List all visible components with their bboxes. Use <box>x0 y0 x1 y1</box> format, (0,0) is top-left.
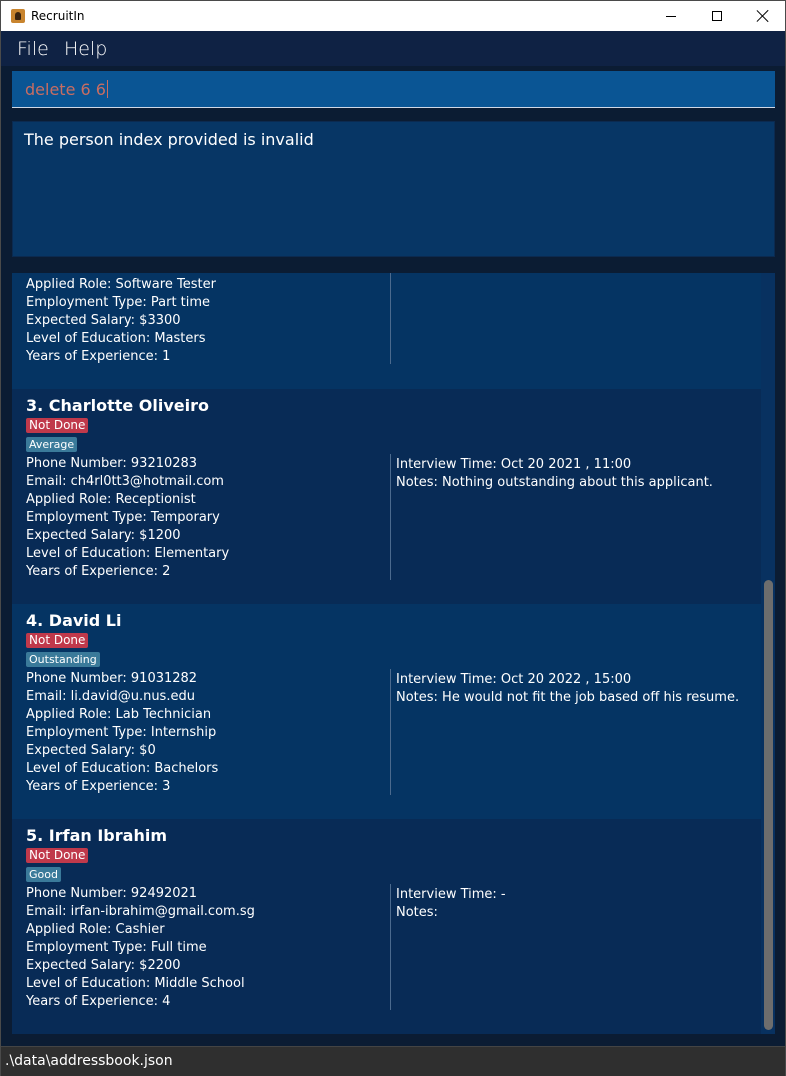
years-experience: Years of Experience: 4 <box>26 994 171 1009</box>
text-caret <box>106 80 108 98</box>
maximize-button[interactable] <box>694 1 740 31</box>
scrollbar-thumb[interactable] <box>764 580 773 1030</box>
notes: Notes: He would not fit the job based of… <box>396 690 740 705</box>
years-experience: Years of Experience: 3 <box>26 779 171 794</box>
close-button[interactable] <box>740 1 786 31</box>
minimize-icon <box>666 15 676 17</box>
title-bar: RecruitIn <box>0 0 786 31</box>
menu-file[interactable]: File <box>17 38 49 60</box>
employment-type: Employment Type: Full time <box>26 940 207 955</box>
command-text: delete 6 6 <box>25 80 108 99</box>
education-level: Level of Education: Masters <box>26 331 206 346</box>
applied-role: Applied Role: Lab Technician <box>26 707 212 722</box>
applicant-card[interactable]: 5. Irfan Ibrahim Not Done Good Phone Num… <box>12 819 761 1034</box>
applied-role: Applied Role: Receptionist <box>26 492 196 507</box>
email: Email: li.david@u.nus.edu <box>26 689 195 704</box>
expected-salary: Expected Salary: $0 <box>26 743 156 758</box>
menu-bar: File Help <box>1 31 785 66</box>
applied-role: Applied Role: Cashier <box>26 922 165 937</box>
email: Email: irfan-ibrahim@gmail.com.sg <box>26 904 255 919</box>
applicant-list[interactable]: Applied Role: Software Tester Employment… <box>12 273 775 1034</box>
years-experience: Years of Experience: 2 <box>26 564 171 579</box>
rating-badge: Outstanding <box>26 652 100 667</box>
interview-time: Interview Time: Oct 20 2022 , 15:00 <box>396 672 632 687</box>
education-level: Level of Education: Middle School <box>26 976 245 991</box>
minimize-button[interactable] <box>648 1 694 31</box>
close-icon <box>756 9 770 23</box>
main-area: delete 6 6 The person index provided is … <box>1 66 785 1046</box>
notes: Notes: <box>396 905 438 920</box>
rating-badge: Good <box>26 867 61 882</box>
status-badge: Not Done <box>26 418 89 433</box>
employment-type: Employment Type: Temporary <box>26 510 220 525</box>
phone-number: Phone Number: 93210283 <box>26 456 198 471</box>
interview-time: Interview Time: Oct 20 2021 , 11:00 <box>396 457 632 472</box>
expected-salary: Expected Salary: $1200 <box>26 528 181 543</box>
result-message: The person index provided is invalid <box>24 130 314 149</box>
applicant-card-partial[interactable]: Applied Role: Software Tester Employment… <box>12 273 761 389</box>
years-experience: Years of Experience: 1 <box>26 349 171 364</box>
status-badge: Not Done <box>26 633 89 648</box>
command-value: delete 6 6 <box>25 80 106 99</box>
expected-salary: Expected Salary: $3300 <box>26 313 181 328</box>
employment-type: Employment Type: Part time <box>26 295 211 310</box>
notes: Notes: Nothing outstanding about this ap… <box>396 475 713 490</box>
employment-type: Employment Type: Internship <box>26 725 217 740</box>
interview-time: Interview Time: - <box>396 887 506 902</box>
applicant-name: 3. Charlotte Oliveiro <box>26 396 210 415</box>
command-input[interactable]: delete 6 6 <box>12 71 775 108</box>
card-divider <box>390 454 391 580</box>
applicant-name: 4. David Li <box>26 611 122 630</box>
education-level: Level of Education: Bachelors <box>26 761 219 776</box>
card-divider <box>390 884 391 1010</box>
status-bar: .\data\addressbook.json <box>1 1046 785 1076</box>
save-location: .\data\addressbook.json <box>5 1053 173 1069</box>
applied-role: Applied Role: Software Tester <box>26 277 216 292</box>
menu-help[interactable]: Help <box>64 38 107 60</box>
email: Email: ch4rl0tt3@hotmail.com <box>26 474 224 489</box>
rating-badge: Average <box>26 437 78 452</box>
card-divider <box>390 273 391 364</box>
applicant-name: 5. Irfan Ibrahim <box>26 826 167 845</box>
result-display: The person index provided is invalid <box>12 121 775 257</box>
phone-number: Phone Number: 91031282 <box>26 671 198 686</box>
card-divider <box>390 669 391 795</box>
applicant-card[interactable]: 4. David Li Not Done Outstanding Phone N… <box>12 604 761 819</box>
maximize-icon <box>712 11 722 21</box>
expected-salary: Expected Salary: $2200 <box>26 958 181 973</box>
app-icon <box>11 9 25 23</box>
phone-number: Phone Number: 92492021 <box>26 886 198 901</box>
education-level: Level of Education: Elementary <box>26 546 230 561</box>
status-badge: Not Done <box>26 848 89 863</box>
applicant-card[interactable]: 3. Charlotte Oliveiro Not Done Average P… <box>12 389 761 604</box>
window-title: RecruitIn <box>31 9 85 23</box>
